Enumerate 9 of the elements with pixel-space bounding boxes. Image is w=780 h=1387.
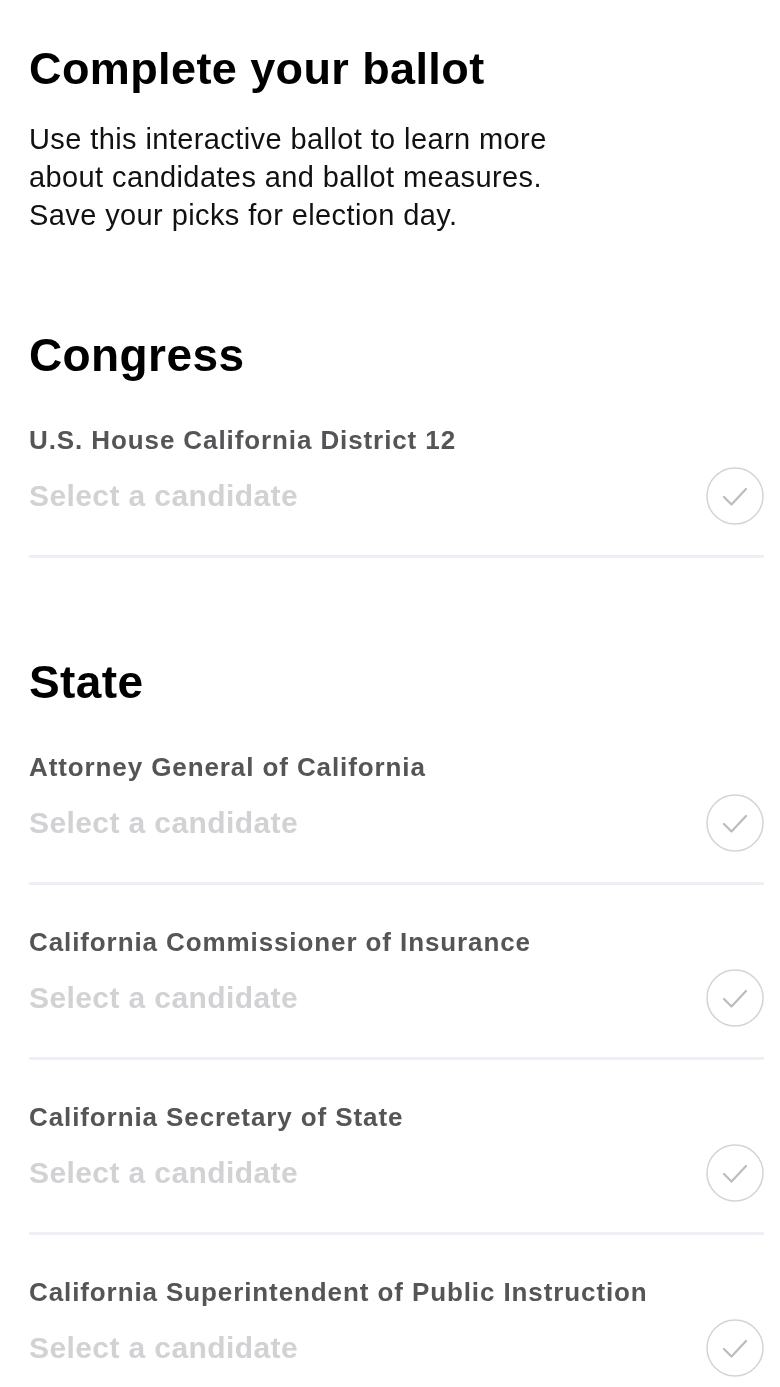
- race-title: Attorney General of California: [29, 752, 426, 782]
- section-heading: State: [29, 656, 144, 708]
- section-heading: Congress: [29, 329, 245, 381]
- race-title: California Superintendent of Public Instruction: [29, 1277, 648, 1307]
- intro-text: Use this interactive ballot to learn more about candidates and ballot measures. Save your picks for election day.: [29, 122, 548, 233]
- page-title: Complete your ballot: [29, 44, 485, 94]
- race-title: California Commissioner of Insurance: [29, 927, 531, 957]
- race-title: California Secretary of State: [29, 1102, 404, 1132]
- race-title: U.S. House California District 12: [29, 425, 457, 455]
